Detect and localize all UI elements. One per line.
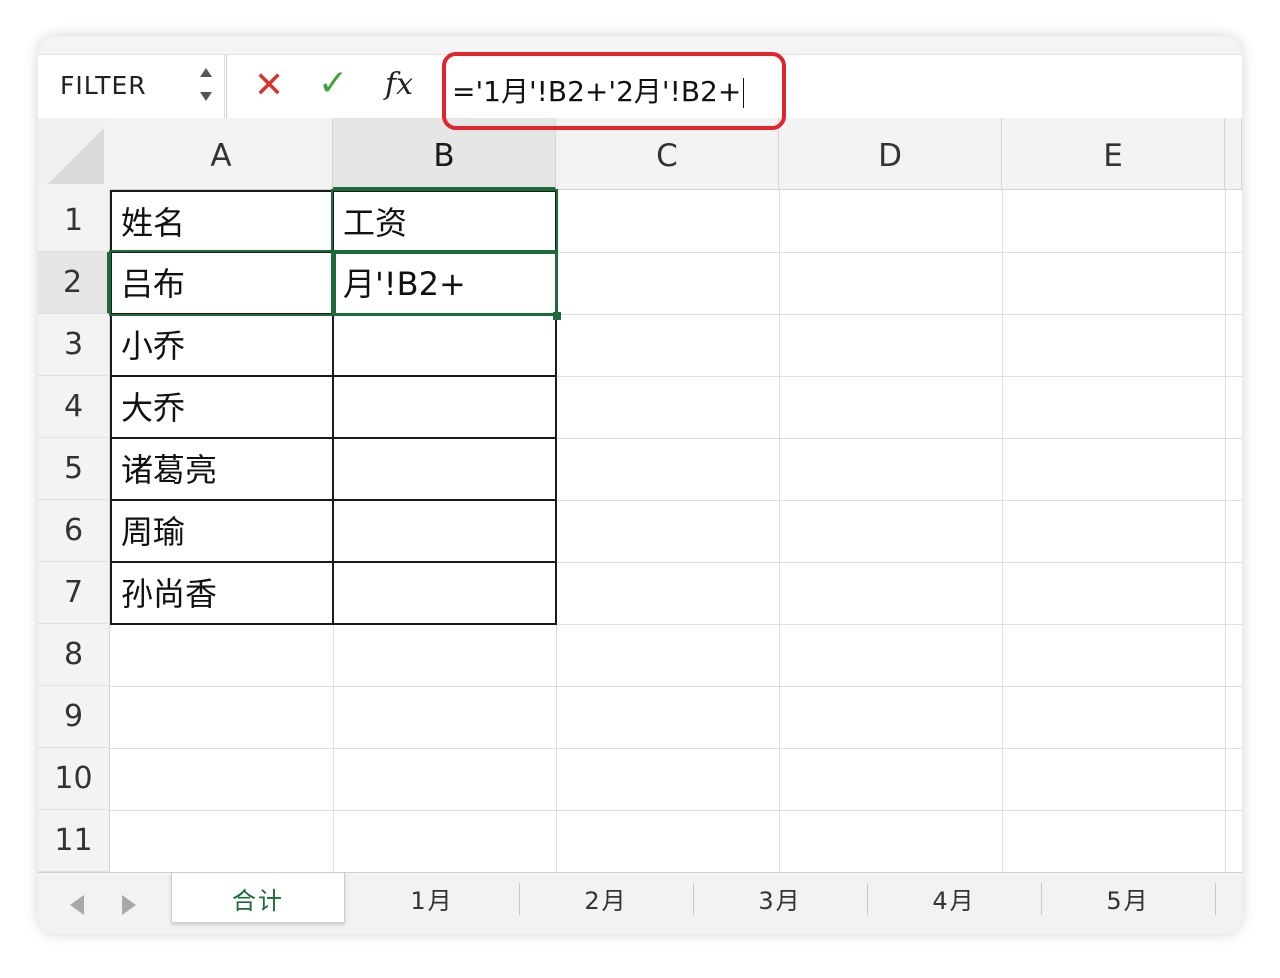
cell-b4[interactable] (332, 375, 557, 439)
grid-line (1002, 190, 1003, 872)
cell-a4[interactable]: 大乔 (110, 375, 334, 439)
row-header-11[interactable]: 11 (38, 810, 110, 872)
tab-divider (1215, 883, 1216, 915)
row-header-8[interactable]: 8 (38, 624, 110, 686)
active-cell-b2[interactable] (331, 250, 558, 316)
grid-line (110, 748, 1242, 749)
sheet-tab-total[interactable]: 合计 (171, 873, 345, 923)
row-header-5[interactable]: 5 (38, 438, 110, 500)
cancel-icon[interactable]: ✕ (254, 65, 284, 106)
cell-b6[interactable] (332, 499, 557, 563)
excel-window: FILTER ✕ ✓ fx ='1月'!B2+'2月'!B2+ A B C D … (38, 36, 1242, 934)
name-box[interactable]: FILTER (38, 55, 225, 119)
grid-line (779, 190, 780, 872)
cell-a3[interactable]: 小乔 (110, 313, 334, 377)
next-sheet-icon[interactable] (122, 895, 136, 915)
column-header-a[interactable]: A (110, 118, 333, 190)
grid-line (110, 686, 1242, 687)
column-header-e[interactable]: E (1002, 118, 1225, 190)
row-header-4[interactable]: 4 (38, 376, 110, 438)
name-box-value: FILTER (60, 71, 147, 100)
sheet-tab-apr[interactable]: 4月 (867, 873, 1041, 923)
spinner-icon[interactable] (198, 66, 214, 106)
row-header-6[interactable]: 6 (38, 500, 110, 562)
column-header-d[interactable]: D (779, 118, 1002, 190)
divider (226, 55, 227, 119)
sheet-tab-jan[interactable]: 1月 (345, 873, 519, 923)
row-header-2[interactable]: 2 (38, 252, 110, 314)
cell-b5[interactable] (332, 437, 557, 501)
row-header-7[interactable]: 7 (38, 562, 110, 624)
cell-b3[interactable] (332, 313, 557, 377)
row-header-1[interactable]: 1 (38, 190, 110, 252)
fill-handle[interactable] (553, 312, 561, 320)
cell-a5[interactable]: 诸葛亮 (110, 437, 334, 501)
sheet-tab-may[interactable]: 5月 (1041, 873, 1215, 923)
select-all-icon[interactable] (38, 118, 111, 191)
cell-b7[interactable] (332, 561, 557, 625)
cell-a1[interactable]: 姓名 (110, 190, 334, 253)
sheet-tab-mar[interactable]: 3月 (693, 873, 867, 923)
cell-a6[interactable]: 周瑜 (110, 499, 334, 563)
sheet-tab-feb[interactable]: 2月 (519, 873, 693, 923)
cell-grid[interactable]: 姓名 工资 吕布 月'!B2+ 小乔 大乔 诸葛亮 周瑜 孙尚香 (109, 189, 1242, 872)
cell-a7[interactable]: 孙尚香 (110, 561, 334, 625)
reference-range-a2 (109, 250, 336, 316)
fx-icon[interactable]: fx (385, 67, 413, 102)
grid-line (110, 810, 1242, 811)
column-header-f[interactable] (1225, 118, 1242, 190)
enter-icon[interactable]: ✓ (318, 63, 348, 104)
formula-highlight-box (442, 52, 786, 130)
select-all-triangle (48, 128, 104, 184)
sheet-tab-bar: 合计 1月 2月 3月 4月 5月 (38, 872, 1242, 934)
row-header-3[interactable]: 3 (38, 314, 110, 376)
spinner-down-icon[interactable] (200, 92, 212, 101)
row-header-10[interactable]: 10 (38, 748, 110, 810)
spinner-up-icon[interactable] (200, 68, 212, 77)
prev-sheet-icon[interactable] (70, 895, 84, 915)
grid-line (1225, 190, 1226, 872)
reference-range-b1 (331, 189, 558, 254)
row-header-9[interactable]: 9 (38, 686, 110, 748)
